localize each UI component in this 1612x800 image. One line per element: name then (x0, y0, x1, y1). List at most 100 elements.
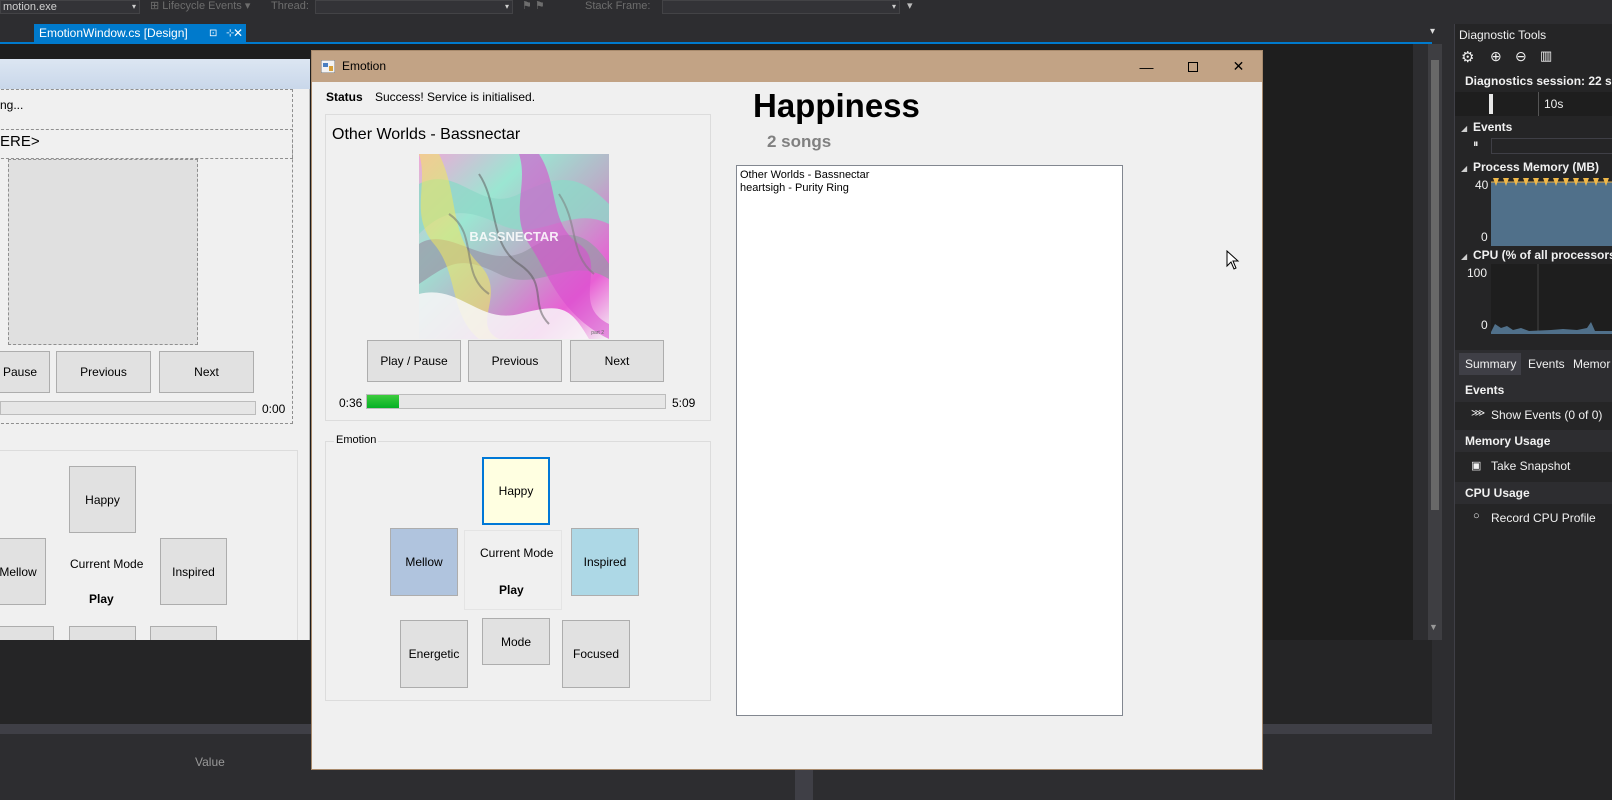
events-section-heading: Events (1465, 383, 1505, 397)
mode-button[interactable]: Mode (482, 618, 550, 665)
next-button[interactable]: Next (570, 340, 664, 382)
player-group: Other Worlds - Bassnectar BASSNECTAR par… (325, 114, 711, 421)
cpu-max-label: 100 (1467, 266, 1488, 280)
design-inspired-button[interactable]: Inspired (160, 538, 227, 605)
tab-summary[interactable]: Summary (1459, 353, 1521, 375)
process-name: motion.exe (3, 1, 57, 13)
stack-frame-combo[interactable]: ▾ (662, 0, 900, 14)
memory-graph[interactable] (1491, 176, 1612, 246)
maximize-button[interactable] (1170, 51, 1215, 82)
minimize-button[interactable]: — (1124, 51, 1169, 82)
cpu-usage-heading: CPU Usage (1465, 486, 1530, 500)
design-album-placeholder (8, 159, 198, 345)
current-mode-label: Current Mode (480, 546, 554, 560)
design-progress-bar[interactable] (0, 401, 256, 415)
tab-memory[interactable]: Memor (1573, 357, 1610, 371)
zoom-in-icon[interactable]: ⊕ (1490, 48, 1502, 65)
show-events-link[interactable]: Show Events (0 of 0) (1491, 408, 1602, 422)
design-time-end: 0:00 (262, 402, 286, 416)
happy-button[interactable]: Happy (482, 457, 550, 525)
design-mellow-button[interactable]: Mellow (0, 538, 46, 605)
close-button[interactable]: ✕ (1216, 51, 1261, 82)
focused-button[interactable]: Focused (562, 620, 630, 688)
list-item[interactable]: Other Worlds - Bassnectar (740, 169, 1119, 182)
album-art-subtext: part 2 (591, 330, 604, 336)
design-previous-button[interactable]: Previous (56, 351, 151, 393)
inspired-button[interactable]: Inspired (571, 528, 639, 596)
design-energetic-button[interactable] (0, 626, 54, 640)
events-icon: ⋙ (1471, 408, 1486, 419)
design-focused-button[interactable] (150, 626, 217, 640)
value-column-header: Value (195, 755, 225, 769)
record-cpu-button[interactable]: Record CPU Profile (1491, 511, 1596, 525)
chevron-down-icon: ▾ (504, 2, 509, 11)
memory-track-label: Process Memory (MB) (1473, 160, 1600, 174)
flag-icon[interactable]: ⚑ ⚑ (522, 0, 545, 12)
tab-dropdown-icon[interactable]: ▾ (1430, 26, 1435, 37)
minimize-icon: — (1139, 58, 1154, 75)
memory-min-label: 0 (1481, 230, 1488, 244)
time-current: 0:36 (339, 396, 363, 410)
mellow-button[interactable]: Mellow (390, 528, 458, 596)
events-track-label: Events (1473, 120, 1513, 134)
memory-usage-heading: Memory Usage (1465, 434, 1551, 448)
stack-frame-label: Stack Frame: (585, 0, 651, 12)
take-snapshot-button[interactable]: Take Snapshot (1491, 459, 1570, 473)
tab-summary-label: Summary (1465, 357, 1517, 371)
lifecycle-icon: ⊞ (150, 0, 163, 12)
diagnostic-tools-panel: Diagnostic Tools ⚙ ⊕ ⊖ ▥ Diagnostics ses… (1454, 24, 1612, 800)
tab-emotionwindow-design[interactable]: EmotionWindow.cs [Design] ⊡ ⊹ ✕ (34, 24, 246, 43)
thread-label: Thread: (271, 0, 309, 12)
app-icon (321, 60, 335, 73)
now-playing-title: Other Worlds - Bassnectar (332, 126, 521, 143)
lifecycle-events-label[interactable]: ⊞ Lifecycle Events ▾ (150, 0, 250, 12)
gear-icon[interactable]: ⚙ (1461, 48, 1474, 66)
list-item[interactable]: heartsigh - Purity Ring (740, 182, 1119, 195)
design-pause-button[interactable]: Pause (0, 351, 50, 393)
tab-label: EmotionWindow.cs [Design] (39, 26, 188, 40)
record-icon: ○ (1473, 510, 1480, 522)
songs-listbox[interactable]: Other Worlds - Bassnectar heartsigh - Pu… (736, 165, 1123, 716)
designer-scrollbar-thumb[interactable] (1431, 60, 1439, 510)
pin-icon[interactable]: ⊡ (209, 24, 217, 43)
energetic-button[interactable]: Energetic (400, 620, 468, 688)
cpu-graph[interactable] (1491, 264, 1612, 334)
chart-icon[interactable]: ▥ (1540, 48, 1552, 64)
zoom-out-icon[interactable]: ⊖ (1515, 48, 1527, 65)
timeline-tick (1538, 92, 1539, 116)
maximize-icon (1187, 61, 1198, 72)
track-progress-bar[interactable] (366, 394, 666, 409)
time-total: 5:09 (672, 396, 696, 410)
design-form: ng... ERE> Pause Previous Next 0:00 Happ… (0, 89, 310, 640)
pause-icon[interactable]: ⏸ (1473, 138, 1479, 151)
events-track[interactable] (1491, 138, 1612, 154)
thread-combo[interactable]: ▾ (315, 0, 513, 14)
design-current-mode-panel: Current Mode Play (54, 540, 151, 619)
songs-count: 2 songs (767, 132, 832, 151)
status-label: Status (326, 90, 363, 104)
timeline-handle[interactable] (1489, 94, 1493, 114)
album-art-text: BASSNECTAR (469, 229, 559, 244)
cpu-track-label: CPU (% of all processors) (1473, 248, 1612, 262)
tab-events[interactable]: Events (1528, 357, 1565, 371)
emotion-window: Emotion — ✕ Status Success! Service is i… (311, 50, 1263, 770)
toolbar-overflow-icon[interactable]: ▾ (907, 0, 913, 12)
emotion-group: Emotion Happy Mellow Current Mode Play I… (325, 434, 711, 701)
memory-max-label: 40 (1475, 178, 1489, 192)
diag-session-label: Diagnostics session: 22 seco (1465, 74, 1612, 88)
emotion-titlebar[interactable]: Emotion — ✕ (312, 51, 1262, 82)
diag-timeline[interactable]: 10s (1455, 92, 1612, 116)
process-combo[interactable]: motion.exe ▾ (0, 0, 140, 14)
previous-button[interactable]: Previous (468, 340, 562, 382)
window-title: Emotion (342, 59, 387, 73)
diag-title: Diagnostic Tools (1459, 28, 1547, 42)
emotion-group-title: Emotion (334, 434, 379, 446)
cpu-min-label: 0 (1481, 318, 1488, 332)
design-next-button[interactable]: Next (159, 351, 254, 393)
design-mode-button[interactable] (69, 626, 136, 640)
scroll-down-icon[interactable]: ▼ (1429, 622, 1438, 632)
play-pause-button[interactable]: Play / Pause (367, 340, 461, 382)
chevron-down-icon: ▾ (131, 2, 136, 11)
design-happy-button[interactable]: Happy (69, 466, 136, 533)
close-icon[interactable]: ✕ (233, 24, 243, 43)
